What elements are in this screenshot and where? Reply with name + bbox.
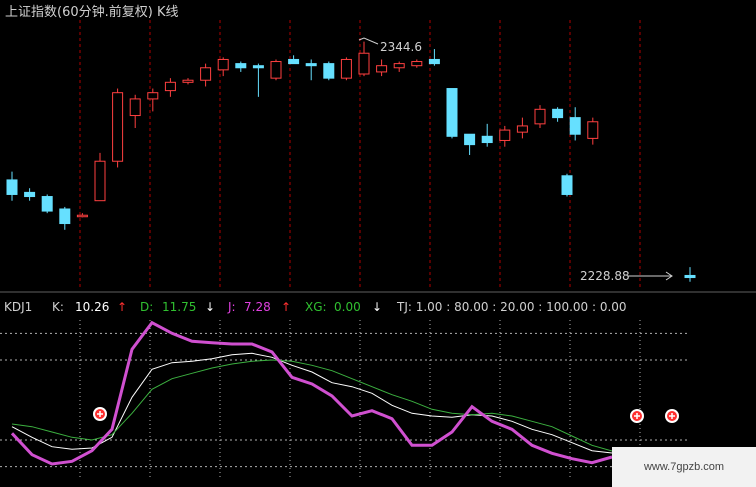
signal-marker-icon bbox=[665, 409, 679, 423]
j-value: 7.28 bbox=[244, 300, 271, 314]
candle bbox=[147, 88, 159, 112]
candle bbox=[561, 173, 573, 197]
high-price-label: 2344.6 bbox=[380, 40, 422, 54]
candle bbox=[323, 61, 335, 81]
candle-body bbox=[358, 52, 370, 75]
candle bbox=[587, 117, 599, 145]
d-value: 11.75 bbox=[162, 300, 196, 314]
candle-body bbox=[200, 67, 212, 81]
xg-label: XG: bbox=[305, 300, 327, 314]
candle-body bbox=[305, 63, 317, 67]
candle-body bbox=[499, 129, 511, 141]
low-annotation: 2228.88 bbox=[580, 269, 673, 283]
candle bbox=[59, 206, 71, 230]
candle-body bbox=[288, 58, 300, 65]
candle-body bbox=[182, 79, 194, 83]
candle-body bbox=[534, 108, 546, 125]
xg-value: 0.00 bbox=[334, 300, 361, 314]
candle bbox=[129, 94, 141, 128]
k-label: K: bbox=[52, 300, 64, 314]
candle-body bbox=[41, 196, 53, 212]
xg-arrow-icon: ↓ bbox=[372, 300, 382, 314]
candle bbox=[164, 78, 176, 97]
candle-body bbox=[76, 214, 88, 218]
candle-body bbox=[393, 63, 405, 69]
indicator-name: KDJ1 bbox=[4, 300, 32, 314]
candle-body bbox=[411, 61, 423, 67]
watermark: www.7gpzb.com bbox=[612, 447, 756, 487]
candle bbox=[516, 117, 528, 139]
candle bbox=[534, 105, 546, 128]
candle-body bbox=[323, 63, 335, 79]
candle bbox=[428, 49, 440, 66]
candle bbox=[94, 152, 106, 202]
candle bbox=[411, 59, 423, 68]
candle-body bbox=[446, 88, 458, 137]
candle bbox=[24, 188, 36, 201]
candle bbox=[235, 61, 247, 72]
candle-body bbox=[129, 98, 141, 117]
j-arrow-icon: ↑ bbox=[281, 300, 291, 314]
candle-body bbox=[464, 133, 476, 146]
candle-body bbox=[217, 58, 229, 71]
candle bbox=[340, 57, 352, 81]
grid-lines bbox=[79, 20, 641, 480]
stock-chart: 上证指数(60分钟.前复权) K线 2344.6 2228.88 KDJ1 K:… bbox=[0, 4, 756, 480]
candle-body bbox=[59, 208, 71, 225]
candle bbox=[376, 59, 388, 77]
candle-body bbox=[481, 135, 493, 144]
candle-body bbox=[684, 274, 696, 279]
candle bbox=[217, 57, 229, 77]
candle-body bbox=[587, 121, 599, 139]
candle bbox=[200, 63, 212, 87]
candle-body bbox=[516, 125, 528, 133]
candle bbox=[112, 88, 124, 168]
j-label: J: bbox=[227, 300, 236, 314]
tj-text: TJ: 1.00 : 80.00 : 20.00 : 100.00 : 0.00 bbox=[396, 300, 627, 314]
candle-body bbox=[252, 65, 264, 69]
signal-marker-icon bbox=[630, 409, 644, 423]
low-price-label: 2228.88 bbox=[580, 269, 630, 283]
k-value: 10.26 bbox=[75, 300, 109, 314]
candle bbox=[270, 59, 282, 81]
k-arrow-icon: ↑ bbox=[117, 300, 127, 314]
candle bbox=[464, 133, 476, 155]
candle-body bbox=[428, 58, 440, 65]
d-arrow-icon: ↓ bbox=[205, 300, 215, 314]
candle-body bbox=[561, 175, 573, 195]
candle-body bbox=[569, 117, 581, 135]
candle-body bbox=[340, 58, 352, 79]
candle bbox=[446, 88, 458, 139]
candle bbox=[252, 63, 264, 97]
candle-body bbox=[6, 179, 18, 195]
candle bbox=[499, 125, 511, 147]
candle bbox=[569, 107, 581, 141]
candle bbox=[41, 194, 53, 214]
candle-body bbox=[376, 65, 388, 73]
candle bbox=[6, 171, 18, 201]
candle-body bbox=[164, 81, 176, 92]
signal-marker-icon bbox=[93, 407, 107, 421]
candle bbox=[76, 213, 88, 218]
candlestick-series bbox=[6, 41, 696, 282]
kdj-series bbox=[0, 320, 690, 468]
candle-body bbox=[94, 160, 106, 202]
candle bbox=[305, 59, 317, 81]
indicator-header: KDJ1 K: 10.26 ↑ D: 11.75 ↓ J: 7.28 ↑ XG:… bbox=[4, 300, 627, 314]
main-chart-title: 上证指数(60分钟.前复权) K线 bbox=[5, 4, 178, 20]
candle bbox=[393, 61, 405, 72]
candle-body bbox=[24, 191, 36, 198]
d-label: D: bbox=[140, 300, 153, 314]
candle-body bbox=[235, 63, 247, 69]
high-annotation: 2344.6 bbox=[358, 37, 422, 54]
candle bbox=[481, 123, 493, 147]
candle bbox=[684, 267, 696, 282]
candle-body bbox=[552, 108, 564, 119]
candle bbox=[552, 107, 564, 122]
candle bbox=[182, 78, 194, 85]
candle-body bbox=[147, 92, 159, 100]
candle-body bbox=[270, 61, 282, 79]
candle-body bbox=[112, 92, 124, 162]
